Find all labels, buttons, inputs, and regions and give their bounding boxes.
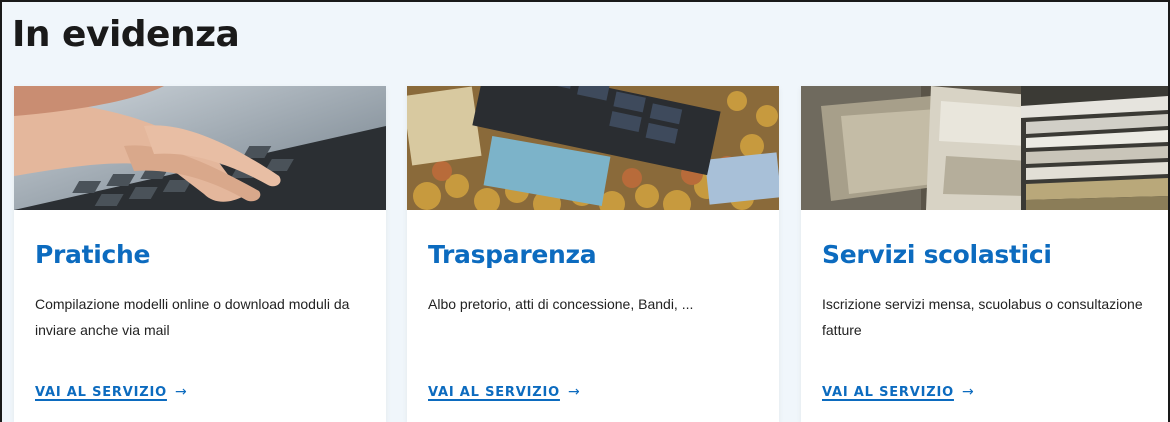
card-pratiche: Pratiche Compilazione modelli online o d…	[14, 86, 386, 422]
arrow-right-icon: →	[174, 384, 188, 400]
card-title: Pratiche	[35, 240, 151, 269]
arrow-right-icon: →	[961, 384, 975, 400]
card-trasparenza: Trasparenza Albo pretorio, atti di conce…	[407, 86, 779, 422]
link-label: VAI AL SERVIZIO	[822, 384, 954, 400]
card-image-documents	[801, 86, 1168, 210]
vai-al-servizio-link[interactable]: VAI AL SERVIZIO →	[35, 384, 187, 400]
frame-border-left	[0, 0, 2, 422]
arrow-right-icon: →	[567, 384, 581, 400]
card-description: Iscrizione servizi mensa, scuolabus o co…	[822, 296, 1143, 338]
card-description: Compilazione modelli online o download m…	[35, 296, 350, 338]
section-title: In evidenza	[12, 14, 240, 55]
card-description: Albo pretorio, atti di concessione, Band…	[428, 296, 694, 312]
vai-al-servizio-link[interactable]: VAI AL SERVIZIO →	[428, 384, 580, 400]
card-servizi-scolastici: Servizi scolastici Iscrizione servizi me…	[801, 86, 1168, 422]
link-label: VAI AL SERVIZIO	[428, 384, 560, 400]
frame-border-top	[0, 0, 1170, 2]
card-image-keyboard	[14, 86, 386, 210]
vai-al-servizio-link[interactable]: VAI AL SERVIZIO →	[822, 384, 974, 400]
card-title: Trasparenza	[428, 240, 597, 269]
link-label: VAI AL SERVIZIO	[35, 384, 167, 400]
card-title: Servizi scolastici	[822, 240, 1052, 269]
card-image-calculator-coins	[407, 86, 779, 210]
